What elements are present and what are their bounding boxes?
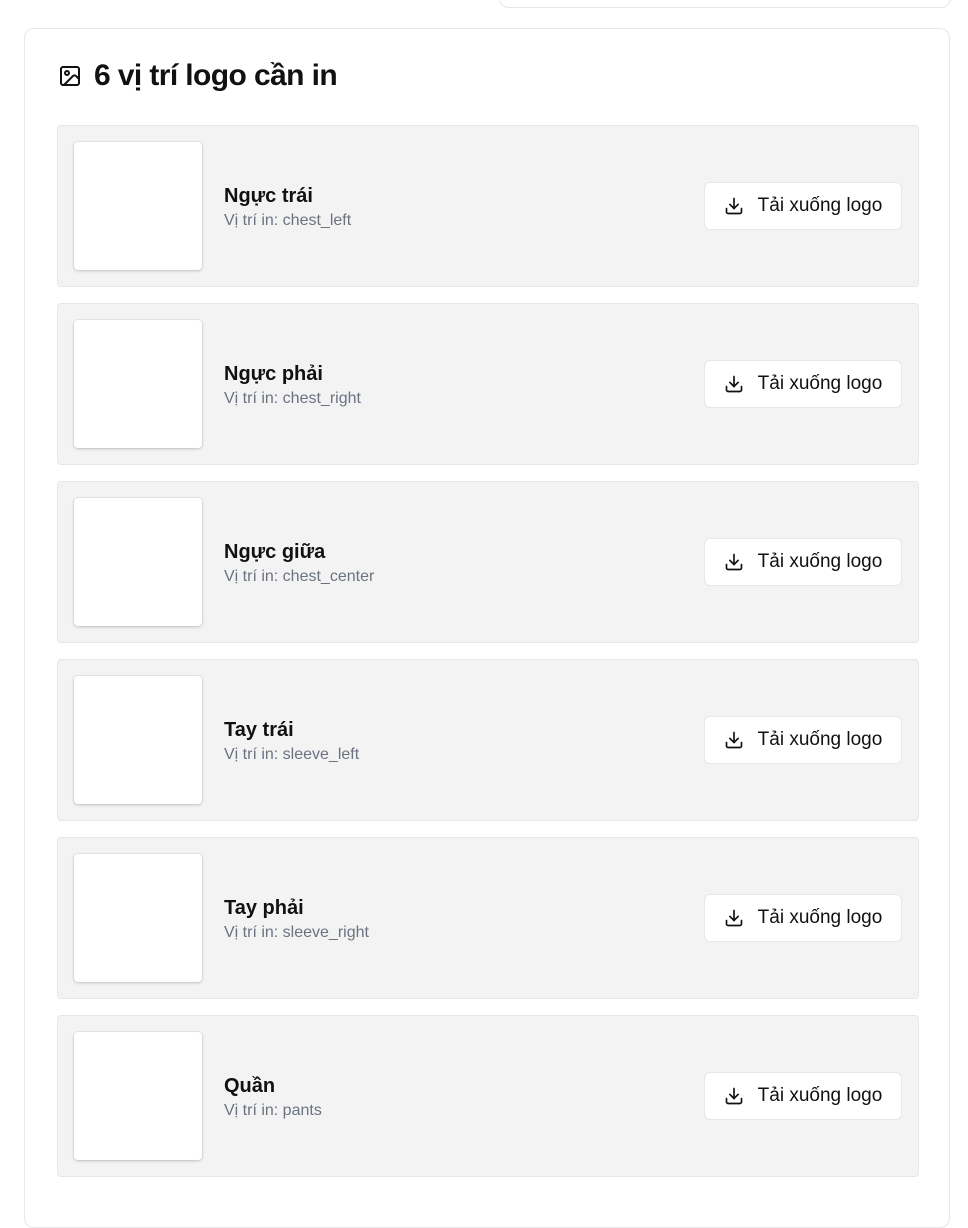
logo-positions-card: 6 vị trí logo cần in Ngực trái Vị trí in… [24, 28, 950, 1228]
logo-thumbnail [74, 676, 202, 804]
position-name: Tay phải [224, 897, 304, 919]
position-location: Vị trí in: chest_center [224, 568, 375, 585]
position-location: Vị trí in: chest_left [224, 212, 352, 229]
download-logo-label: Tải xuống logo [757, 729, 883, 750]
logo-thumbnail [74, 854, 202, 982]
logo-thumbnail [74, 498, 202, 626]
list-item: Tay trái Vị trí in: sleeve_left Tải xuốn… [57, 659, 919, 821]
list-item: Ngực phải Vị trí in: chest_right Tải xuố… [57, 303, 919, 465]
download-logo-label: Tải xuống logo [757, 373, 883, 394]
download-logo-button[interactable]: Tải xuống logo [704, 1072, 902, 1120]
logo-position-list: Ngực trái Vị trí in: chest_left Tải xuốn… [57, 125, 919, 1193]
download-logo-button[interactable]: Tải xuống logo [704, 182, 902, 230]
position-name: Ngực phải [224, 363, 323, 385]
logo-thumbnail [74, 320, 202, 448]
list-item: Tay phải Vị trí in: sleeve_right Tải xuố… [57, 837, 919, 999]
position-name: Quần [224, 1075, 276, 1097]
list-item: Ngực giữa Vị trí in: chest_center Tải xu… [57, 481, 919, 643]
download-icon [724, 730, 744, 750]
position-location: Vị trí in: sleeve_left [224, 746, 360, 763]
search-input[interactable] [499, 0, 951, 8]
page-title: 6 vị trí logo cần in [94, 59, 338, 92]
download-logo-button[interactable]: Tải xuống logo [704, 360, 902, 408]
download-icon [724, 374, 744, 394]
download-icon [724, 552, 744, 572]
list-item: Quần Vị trí in: pants Tải xuống logo [57, 1015, 919, 1177]
row-text: Tay trái Vị trí in: sleeve_left [224, 718, 359, 765]
download-logo-button[interactable]: Tải xuống logo [704, 894, 902, 942]
download-logo-button[interactable]: Tải xuống logo [704, 538, 902, 586]
download-icon [724, 908, 744, 928]
download-logo-label: Tải xuống logo [757, 1085, 883, 1106]
row-text: Ngực phải Vị trí in: chest_right [224, 362, 361, 409]
image-icon [58, 64, 82, 88]
download-logo-label: Tải xuống logo [757, 551, 883, 572]
logo-thumbnail [74, 1032, 202, 1160]
top-strip: · · · · [0, 0, 968, 20]
list-item: Ngực trái Vị trí in: chest_left Tải xuốn… [57, 125, 919, 287]
card-header: 6 vị trí logo cần in [58, 59, 338, 93]
position-name: Ngực trái [224, 185, 313, 207]
row-text: Ngực trái Vị trí in: chest_left [224, 184, 351, 231]
row-text: Ngực giữa Vị trí in: chest_center [224, 540, 374, 587]
download-logo-label: Tải xuống logo [757, 195, 883, 216]
download-logo-button[interactable]: Tải xuống logo [704, 716, 902, 764]
position-location: Vị trí in: chest_right [224, 390, 361, 407]
position-name: Ngực giữa [224, 541, 326, 563]
download-icon [724, 196, 744, 216]
position-name: Tay trái [224, 719, 294, 741]
partial-header-text: · · · · [36, 0, 75, 3]
download-logo-label: Tải xuống logo [757, 907, 883, 928]
download-icon [724, 1086, 744, 1106]
position-location: Vị trí in: pants [224, 1102, 322, 1119]
position-location: Vị trí in: sleeve_right [224, 924, 369, 941]
row-text: Quần Vị trí in: pants [224, 1074, 322, 1121]
row-text: Tay phải Vị trí in: sleeve_right [224, 896, 369, 943]
logo-thumbnail [74, 142, 202, 270]
